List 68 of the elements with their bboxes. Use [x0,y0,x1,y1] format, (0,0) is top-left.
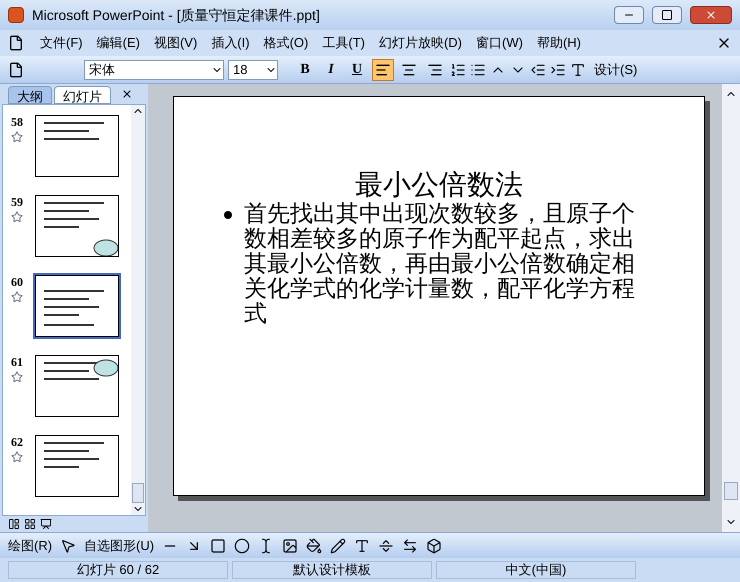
slide-number: 61 [11,354,24,371]
menu-item[interactable]: 插入(I) [205,33,256,53]
status-field: 中文(中国) [436,561,636,579]
panel-tab[interactable]: 幻灯片 [54,86,111,104]
status-field: 幻灯片 60 / 62 [8,561,228,579]
scrollbar-thumb[interactable] [132,483,144,503]
scrollbar-thumb[interactable] [724,482,738,500]
menu-item[interactable]: 视图(V) [148,33,204,53]
star-icon [11,131,23,143]
fill-color-icon[interactable] [306,538,322,554]
menu-item[interactable]: 编辑(E) [90,33,146,53]
align-right-icon [427,62,443,78]
align-left-button[interactable] [372,58,394,80]
close-icon[interactable] [121,88,133,100]
bold-button[interactable]: B [294,58,316,80]
close-button[interactable] [690,6,732,24]
window-title: Microsoft PowerPoint - [质量守恒定律课件.ppt] [32,6,321,25]
slide-number: 62 [11,434,24,451]
design-button[interactable]: 设计(S) [590,60,642,80]
app-icon [8,7,24,23]
status-field: 默认设计模板 [232,561,432,579]
outdent-icon[interactable] [530,62,546,78]
pointer-icon[interactable] [60,538,76,554]
font-field[interactable]: 宋体 [84,60,224,80]
align-center-icon [401,62,417,78]
align-left-icon [375,62,391,78]
star-icon [11,211,23,223]
line-color-icon[interactable] [330,538,346,554]
autoshapes-menu-button[interactable]: 自选图形(U) [84,536,154,556]
menu-item[interactable]: 格式(O) [258,33,314,53]
font-size-field[interactable]: 18 [228,60,278,80]
oval-icon[interactable] [234,538,250,554]
draw-menu-button[interactable]: 绘图(R) [8,536,52,556]
star-icon [11,451,23,463]
slide-number: 60 [11,274,24,291]
italic-button[interactable]: I [320,58,342,80]
numbered-list-icon[interactable] [450,62,466,78]
star-icon [11,291,23,303]
vertical-scrollbar[interactable] [722,84,740,532]
menu-item[interactable]: 工具(T) [316,33,371,53]
slide-title: 最小公倍数法 [355,168,523,202]
rectangle-icon[interactable] [210,538,226,554]
document-icon[interactable] [8,35,24,51]
new-document-icon[interactable] [8,62,24,78]
slideshow-icon[interactable] [40,518,52,530]
picture-icon[interactable] [282,538,298,554]
slide-number: 58 [11,114,24,131]
3d-box-icon[interactable] [426,538,442,554]
menu-item[interactable]: 幻灯片放映(D) [372,33,468,53]
vertical-scrollbar[interactable] [131,105,145,515]
maximize-icon [661,9,673,21]
grid-view-icon[interactable] [24,518,36,530]
bullet-icon [224,211,232,219]
close-icon [705,9,717,21]
bullet-text: 首先找出其中出现次数较多，且原子个数相差较多的原子作为配平起点，求出其最小公倍数，再由最小公倍数确定相关化学式的化学计量数，配平化学方程式 [244,202,636,327]
arrow-style-icon[interactable] [402,538,418,554]
normal-view-icon[interactable] [8,518,20,530]
panel-tab[interactable]: 大纲 [8,86,52,104]
menu-item[interactable]: 窗口(W) [470,33,529,53]
minimize-button[interactable] [614,6,644,24]
menu-item[interactable]: 文件(F) [34,33,89,53]
underline-button[interactable]: U [346,58,368,80]
menu-item[interactable]: 帮助(H) [530,33,587,53]
star-icon [11,371,23,383]
bulleted-list-icon[interactable] [470,62,486,78]
maximize-button[interactable] [652,6,682,24]
slide-number: 59 [11,194,24,211]
indent-icon[interactable] [550,62,566,78]
